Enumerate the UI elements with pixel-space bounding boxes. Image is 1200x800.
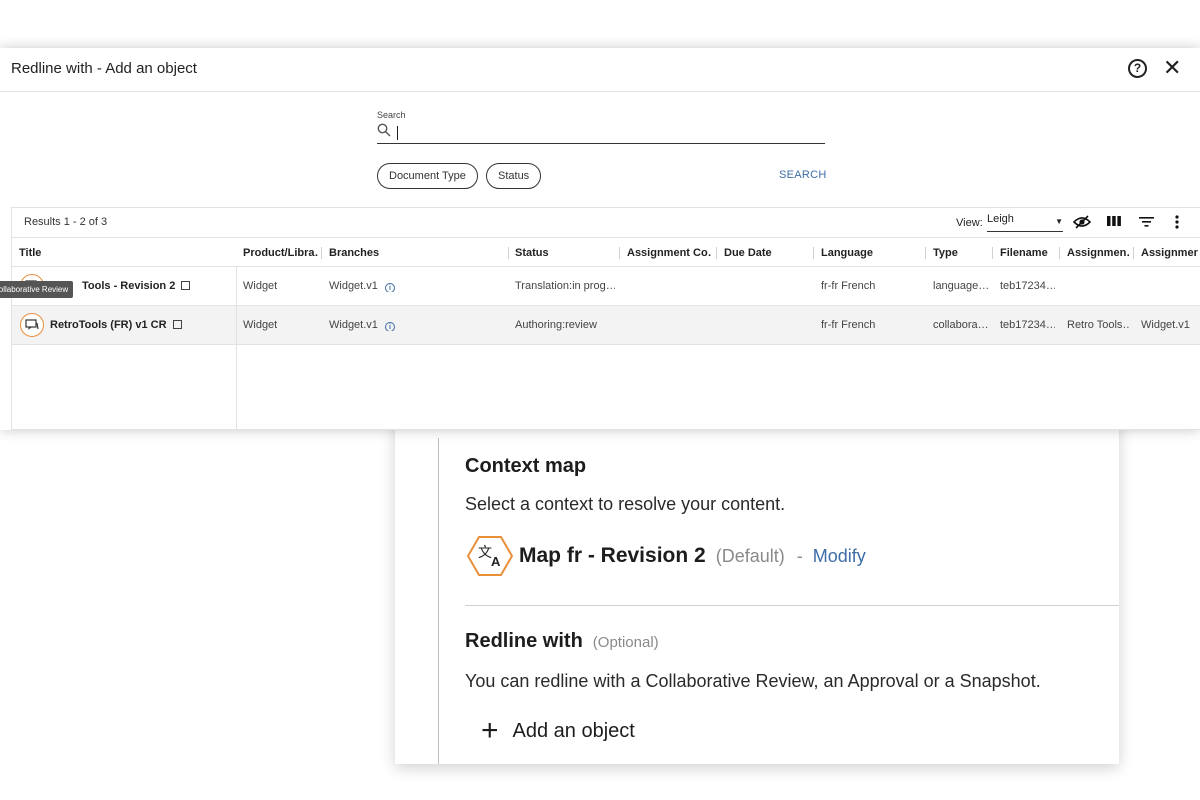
column-divider — [236, 267, 237, 430]
col-due-date[interactable]: Due Date — [724, 247, 804, 259]
col-branches[interactable]: Branches — [329, 247, 499, 259]
dialog-header: Redline with - Add an object ? ✕ — [0, 48, 1200, 92]
table-row[interactable]: RetroTools (FR) v1 CR Widget Widget.v1 i … — [12, 306, 1200, 345]
search-input[interactable] — [397, 125, 817, 140]
col-separator — [992, 247, 993, 259]
row-product: Widget — [243, 280, 278, 292]
view-label: View: — [956, 217, 983, 229]
col-title[interactable]: Title — [19, 247, 219, 259]
context-default-label: (Default) — [715, 545, 785, 566]
search-button[interactable]: SEARCH — [779, 169, 827, 181]
results-count: Results 1 - 2 of 3 — [24, 216, 108, 228]
row-type: language… — [933, 280, 988, 292]
open-external-icon[interactable] — [181, 281, 191, 290]
row-title[interactable]: RetroTools (FR) v1 CR — [50, 319, 230, 331]
document-type-filter[interactable]: Document Type — [377, 163, 478, 189]
row-title-text: RetroTools (FR) v1 CR — [50, 319, 167, 331]
open-external-icon[interactable] — [172, 320, 182, 329]
context-map-heading: Context map — [465, 455, 587, 477]
visibility-toggle-icon[interactable] — [1072, 214, 1092, 233]
row-status: Authoring:review — [515, 319, 597, 331]
modify-link[interactable]: Modify — [813, 546, 866, 567]
row-branch-text: Widget.v1 — [329, 319, 378, 331]
col-assignment-1[interactable]: Assignmen… — [1067, 247, 1129, 259]
add-object-dialog: Redline with - Add an object ? ✕ Search … — [0, 48, 1200, 430]
info-icon[interactable]: i — [384, 322, 395, 331]
context-name: Map fr - Revision 2 — [519, 544, 706, 567]
col-separator — [813, 247, 814, 259]
view-select[interactable]: Leigh ▼ — [987, 213, 1063, 232]
table-row[interactable]: Tools - Revision 2 Widget Widget.v1 i Tra… — [12, 267, 1200, 306]
col-separator — [1133, 247, 1134, 259]
col-separator — [619, 247, 620, 259]
add-object-label: Add an object — [512, 719, 635, 742]
row-filename: teb17234… — [1000, 319, 1055, 331]
close-icon[interactable]: ✕ — [1163, 55, 1181, 81]
view-value: Leigh — [987, 213, 1014, 225]
row-title-text: Tools - Revision 2 — [82, 280, 176, 292]
collaborative-review-icon — [20, 313, 44, 337]
optional-label: (Optional) — [592, 634, 659, 651]
row-branch: Widget.v1 i — [329, 280, 395, 292]
status-filter[interactable]: Status — [486, 163, 542, 189]
col-separator — [508, 247, 509, 259]
table-header: Title Product/Libra… Branches Status Ass… — [12, 238, 1200, 267]
row-assignment-1: Retro Tools… — [1067, 319, 1129, 331]
col-filename[interactable]: Filename — [1000, 247, 1055, 259]
redline-text: You can redline with a Collaborative Rev… — [465, 671, 1041, 691]
row-title[interactable]: Tools - Revision 2 — [82, 280, 232, 292]
svg-text:A: A — [491, 554, 501, 569]
col-language[interactable]: Language — [821, 247, 921, 259]
add-object-button[interactable]: + Add an object — [481, 716, 635, 746]
row-language: fr-fr French — [821, 319, 876, 331]
columns-icon[interactable] — [1106, 214, 1122, 231]
type-tooltip: Collaborative Review — [0, 281, 74, 298]
panel-divider — [438, 438, 439, 764]
help-icon[interactable]: ? — [1128, 59, 1147, 78]
info-icon[interactable]: i — [384, 283, 395, 292]
col-separator — [321, 247, 322, 259]
row-filename: teb17234… — [1000, 280, 1055, 292]
more-vert-icon[interactable] — [1174, 214, 1180, 233]
search-field[interactable] — [377, 122, 825, 144]
row-assignment-2: Widget.v1 — [1141, 319, 1190, 331]
col-assignment-co[interactable]: Assignment Co… — [627, 247, 712, 259]
results-panel: Results 1 - 2 of 3 View: Leigh ▼ Title P… — [11, 207, 1200, 430]
context-row: 文 A Map fr - Revision 2 (Default) - Modi… — [466, 534, 866, 578]
svg-text:文: 文 — [478, 545, 492, 561]
section-divider — [465, 605, 1119, 606]
search-label: Search — [377, 110, 406, 120]
chevron-down-icon: ▼ — [1055, 217, 1063, 226]
context-separator: - — [796, 545, 803, 566]
row-language: fr-fr French — [821, 280, 876, 292]
col-type[interactable]: Type — [933, 247, 988, 259]
redline-heading: Redline with (Optional) — [465, 630, 659, 653]
col-separator — [716, 247, 717, 259]
col-status[interactable]: Status — [515, 247, 615, 259]
col-separator — [1059, 247, 1060, 259]
context-map-text: Select a context to resolve your content… — [465, 494, 786, 514]
col-assignment-2[interactable]: Assignmer — [1141, 247, 1200, 259]
dialog-title: Redline with - Add an object — [11, 60, 197, 77]
plus-icon: + — [481, 714, 499, 747]
translate-hexagon-icon: 文 A — [466, 535, 514, 577]
row-branch: Widget.v1 i — [329, 319, 395, 331]
col-product[interactable]: Product/Libra… — [243, 247, 318, 259]
col-separator — [925, 247, 926, 259]
results-toolbar: Results 1 - 2 of 3 View: Leigh ▼ — [12, 208, 1200, 238]
row-branch-text: Widget.v1 — [329, 280, 378, 292]
row-type: collabora… — [933, 319, 988, 331]
redline-title: Redline with — [465, 630, 583, 652]
row-product: Widget — [243, 319, 278, 331]
filter-icon[interactable] — [1139, 214, 1154, 231]
search-icon — [377, 123, 391, 142]
context-panel: Context map Select a context to resolve … — [395, 410, 1119, 764]
row-status: Translation:in prog… — [515, 280, 615, 292]
